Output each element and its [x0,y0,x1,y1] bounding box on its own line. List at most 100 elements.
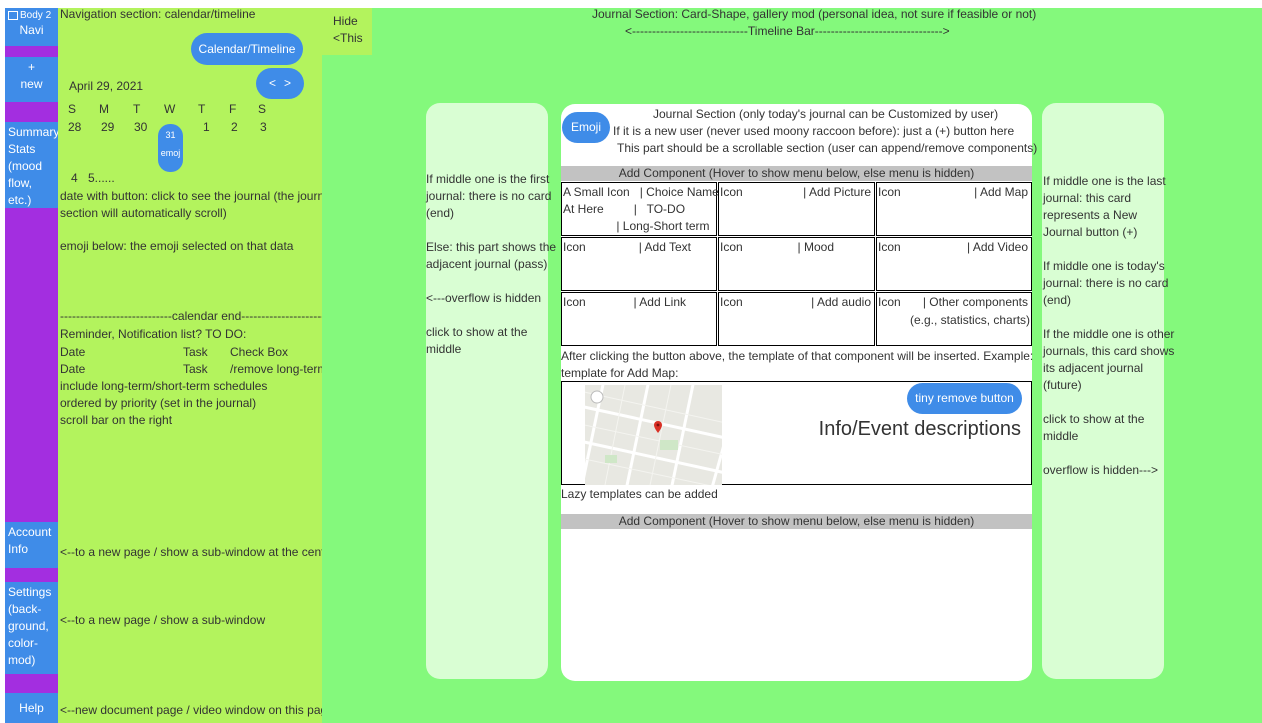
calendar-day[interactable]: 30 [134,119,147,136]
account-info-button[interactable]: Account Info [5,522,58,568]
reminder-col-date: Date [60,345,86,359]
add-picture-component[interactable]: Icon | Add Picture [718,182,875,236]
summary-stats-button[interactable]: Summary Stats (mood flow, etc.) [5,122,59,208]
card-note: click to show at the [426,325,528,339]
account-note: <--to a new page / show a sub-window at … [60,545,336,559]
reminder-note: ordered by priority (set in the journal) [60,396,257,410]
timeline-bar[interactable]: <-----------------------------Timeline B… [625,23,950,40]
weekday-label: M [99,102,109,116]
today-date-button[interactable]: 31 emoj [158,124,183,172]
add-video-label: | Add Video [967,240,1028,254]
map-template: tiny remove button Info/Event descriptio… [561,381,1032,485]
calendar-day[interactable]: 29 [101,119,114,136]
lazy-templates-note: Lazy templates can be added [561,487,718,501]
card-note: adjacent journal (pass) [426,257,548,271]
card-note: (future) [1043,378,1082,392]
mood-component[interactable]: Icon | Mood [718,237,875,291]
account-line: Account [8,525,52,539]
weekday-label: S [258,102,267,116]
journal-section-header: Journal Section: Card-Shape, gallery mod… [592,7,1037,21]
template-note: template for Add Map: [561,366,679,380]
reminder-col-checkbox: Check Box [230,345,289,359]
add-map-component[interactable]: Icon | Add Map [876,182,1032,236]
settings-note: <--to a new page / show a sub-window [60,613,266,627]
tiny-remove-button[interactable]: tiny remove button [907,383,1022,414]
cell-text: A Small Icon | Choice Name: [563,185,723,199]
navi-label: Navi [19,23,44,37]
choice-name-component[interactable]: A Small Icon | Choice Name: At Here | TO… [561,182,722,236]
today-day: 31 [165,130,176,140]
weekday-label: T [198,102,206,116]
add-picture-label: | Add Picture [803,185,871,199]
add-text-component[interactable]: Icon | Add Text [561,237,717,291]
card-note: (end) [426,206,455,220]
calendar-day[interactable]: 2 [231,119,238,136]
map-image[interactable] [585,385,722,485]
add-audio-label: | Add audio [811,295,871,309]
navigation-panel: Navigation section: calendar/timeline Ca… [58,7,335,723]
calendar-timeline-button[interactable]: Calendar/Timeline [191,33,303,65]
settings-button[interactable]: Settings (back- ground, color- mod) [5,582,58,674]
picture-icon: Icon [720,185,743,199]
new-button[interactable]: + new [5,57,58,102]
add-video-component[interactable]: Icon | Add Video [876,237,1032,291]
hide-panel-button[interactable]: Hide <This [322,8,372,55]
calendar-day[interactable]: 3 [260,119,267,136]
calendar-day[interactable]: 1 [203,119,210,136]
add-audio-component[interactable]: Icon | Add audio [718,292,875,346]
settings-line: mod) [8,653,36,667]
reminder-title: Reminder, Notification list? TO DO: [60,327,247,341]
card-note: Else: this part shows the [426,240,557,254]
video-icon: Icon [878,240,901,254]
next-card-text: If middle one is the last journal: this … [1043,173,1175,479]
calendar-day[interactable]: 28 [68,119,81,136]
summary-line: Stats [8,142,36,156]
mood-icon: Icon [720,240,743,254]
settings-line: (back- [8,602,42,616]
calendar-day[interactable]: 4 [71,170,78,187]
card-note: journal: there is no card [1043,276,1169,290]
card-note: If the middle one is other [1043,327,1175,341]
reminder-note: scroll bar on the right [60,413,173,427]
card-note: <---overflow is hidden [426,291,542,305]
navi-button[interactable]: Body 2 Navi [5,8,58,46]
help-button[interactable]: Help [5,693,58,723]
other-components[interactable]: Icon | Other components (e.g., statistic… [876,292,1032,346]
add-link-label: | Add Link [633,295,687,309]
calendar-day[interactable]: 5...... [88,170,115,187]
reminder-row-remove: /remove long-term [230,362,328,376]
template-note: After clicking the button above, the tem… [561,349,1034,363]
summary-line: (mood [8,159,43,173]
weekday-label: T [133,102,141,116]
previous-card-text: If middle one is the first journal: ther… [426,171,557,358]
link-icon: Icon [563,295,586,309]
month-nav-buttons: < > [256,68,304,99]
card-note: click to show at the [1043,412,1145,426]
card-note: (end) [1043,293,1072,307]
weekday-label: S [68,102,77,116]
audio-icon: Icon [720,295,743,309]
card-note: represents a New [1043,208,1138,222]
settings-line: ground, [8,619,49,633]
calendar-date: April 29, 2021 [69,79,144,93]
other-components-example: (e.g., statistics, charts) [910,313,1031,327]
journal-intro: If it is a new user (never used moony ra… [613,124,1015,138]
next-month-button[interactable]: > [284,76,291,90]
card-note: overflow is hidden---> [1043,463,1159,477]
add-component-bar-bottom[interactable]: Add Component (Hover to show menu below,… [561,514,1032,529]
settings-line: Settings [8,585,52,599]
card-note: If middle one is the last [1043,174,1166,188]
street-map-icon [585,385,722,485]
cell-text: At Here | TO-DO [563,202,686,216]
add-text-label: | Add Text [638,240,691,254]
prev-month-button[interactable]: < [269,76,276,90]
window-icon [8,10,18,20]
add-link-component[interactable]: Icon | Add Link [561,292,717,346]
add-component-bar[interactable]: Add Component (Hover to show menu below,… [561,166,1032,181]
emoji-button[interactable]: Emoji [562,112,610,143]
calendar-end-divider: ----------------------------calendar end… [60,309,322,323]
add-map-label: | Add Map [974,185,1028,199]
card-note: journal: there is no card [426,189,552,203]
hide-arrow-label: <This [333,31,363,45]
card-note: If middle one is the first [426,172,550,186]
